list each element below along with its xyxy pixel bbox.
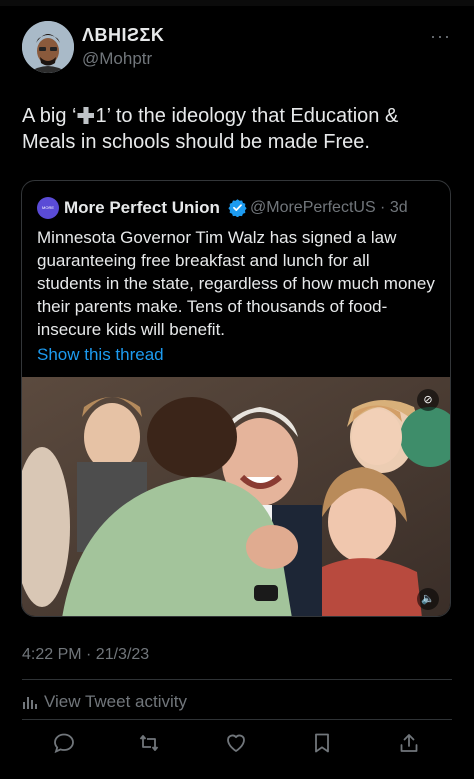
tweet-text-start: A big ‘ bbox=[22, 105, 77, 127]
analytics-icon bbox=[23, 697, 37, 709]
bookmark-button[interactable] bbox=[310, 731, 336, 757]
tweet-timestamp[interactable]: 4:22 PM · 21/3/23 bbox=[22, 646, 149, 664]
quote-media-video[interactable]: ⊘ 🔈 bbox=[22, 377, 450, 616]
bookmark-icon bbox=[315, 733, 329, 753]
view-tweet-activity-link[interactable]: View Tweet activity bbox=[22, 692, 187, 712]
top-bar bbox=[0, 0, 474, 6]
quote-text: Minnesota Governor Tim Walz has signed a… bbox=[37, 228, 435, 339]
quoted-tweet-card[interactable]: MORE PERFECT UNION More Perfect Union @M… bbox=[21, 180, 451, 617]
video-thumbnail bbox=[22, 377, 450, 616]
show-thread-link[interactable]: Show this thread bbox=[37, 345, 164, 365]
quote-avatar[interactable]: MORE PERFECT UNION bbox=[37, 197, 59, 219]
quote-author-name[interactable]: More Perfect Union bbox=[64, 198, 220, 218]
mute-icon[interactable]: 🔈 bbox=[417, 588, 439, 610]
autoplay-icon[interactable]: ⊘ bbox=[417, 389, 439, 411]
reply-icon bbox=[54, 733, 74, 754]
divider bbox=[22, 679, 452, 680]
reply-button[interactable] bbox=[52, 731, 78, 757]
tweet-text-end: 1’ to the ideology that Education & Meal… bbox=[22, 105, 399, 153]
author-avatar[interactable] bbox=[22, 21, 74, 73]
retweet-button[interactable] bbox=[137, 731, 163, 757]
avatar-image bbox=[22, 21, 74, 73]
quote-handle-date[interactable]: @MorePerfectUS · 3d bbox=[250, 199, 408, 217]
tweet-text: A big ‘1’ to the ideology that Education… bbox=[22, 103, 452, 155]
heart-icon bbox=[227, 734, 245, 752]
view-tweet-activity-label: View Tweet activity bbox=[44, 692, 187, 711]
plus-emoji-icon bbox=[77, 107, 95, 124]
divider bbox=[22, 719, 452, 720]
like-button[interactable] bbox=[224, 731, 250, 757]
share-button[interactable] bbox=[397, 731, 423, 757]
verified-badge-icon bbox=[228, 199, 247, 217]
retweet-icon bbox=[139, 735, 159, 751]
more-options-button[interactable]: ··· bbox=[430, 26, 451, 47]
share-icon bbox=[400, 734, 418, 752]
author-display-name[interactable]: ΛBHIƧΣK bbox=[82, 25, 164, 46]
author-handle[interactable]: @Mohptr bbox=[82, 49, 152, 69]
